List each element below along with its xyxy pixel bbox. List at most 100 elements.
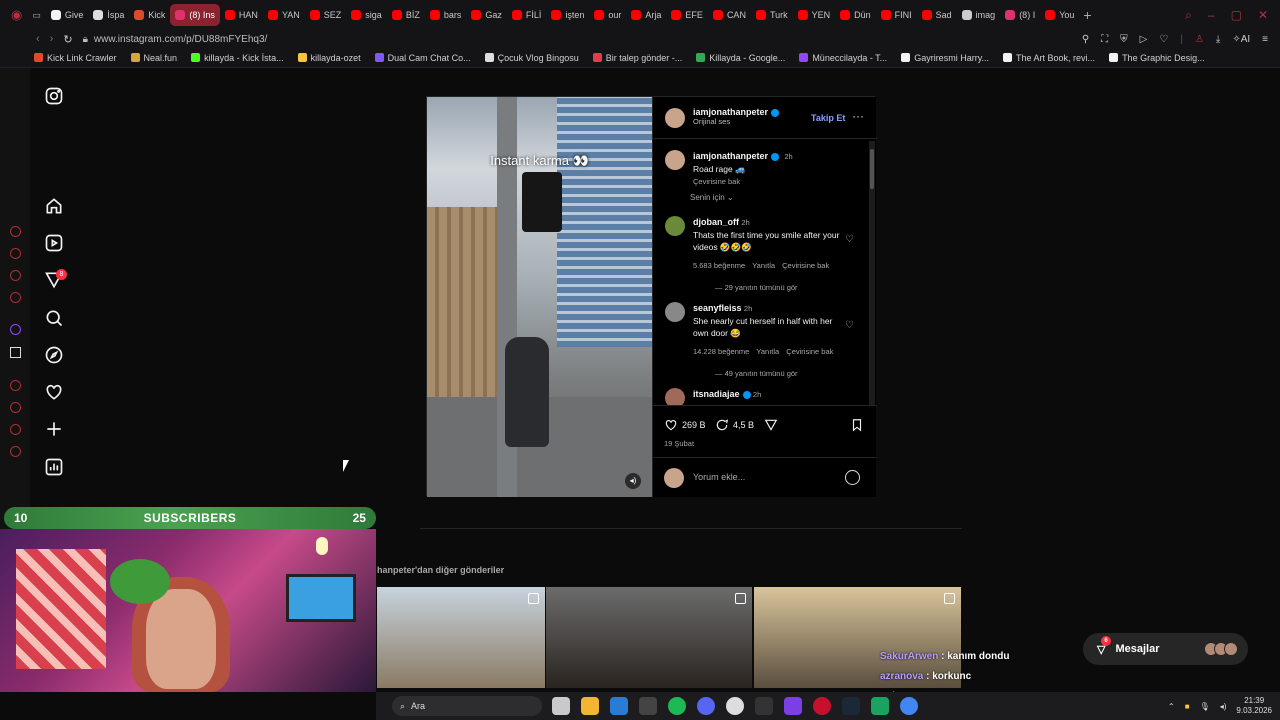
settings-icon[interactable] (10, 446, 21, 457)
search-tabs-icon[interactable]: ⌕ (1185, 8, 1192, 23)
comment-user[interactable]: djoban_off (693, 217, 739, 227)
profile-icon[interactable]: ♙ (1195, 34, 1204, 45)
sidebar-app-icon[interactable] (10, 424, 21, 435)
reload-icon[interactable]: ↻ (63, 33, 72, 46)
menu-icon[interactable]: ≡ (1262, 34, 1268, 45)
comment-user[interactable]: itsnadiajae (693, 389, 740, 399)
mute-icon[interactable]: ◂) (625, 473, 641, 489)
file-explorer-icon[interactable] (581, 697, 599, 715)
browser-tab[interactable]: FİLİ (507, 4, 547, 26)
twitch-icon[interactable] (10, 324, 21, 335)
bookmark-item[interactable]: The Graphic Desig... (1109, 53, 1205, 63)
emoji-icon[interactable] (845, 470, 860, 485)
tray-app-icon[interactable]: ■ (1185, 702, 1190, 711)
caption-author[interactable]: iamjonathanpeter (693, 151, 768, 161)
bookmark-item[interactable]: Neal.fun (130, 53, 177, 63)
tray-chevron-icon[interactable]: ⌃ (1168, 702, 1175, 711)
browser-tab[interactable]: SEZ (305, 4, 347, 26)
save-button[interactable] (850, 418, 864, 432)
bookmark-item[interactable]: The Art Book, revi... (1003, 53, 1095, 63)
bookmark-item[interactable]: Gayriresmi Harry... (901, 53, 989, 63)
browser-tab[interactable]: Dün (835, 4, 876, 26)
pin-icon[interactable]: ⚲ (1082, 34, 1089, 45)
browser-tab[interactable]: (8) I (1000, 4, 1040, 26)
browser-tab[interactable]: İspa (88, 4, 129, 26)
bookmark-item[interactable]: Bir talep gönder -... (592, 53, 682, 63)
shield-icon[interactable]: ⛨ (1120, 34, 1128, 45)
app-icon[interactable] (784, 697, 802, 715)
audio-label[interactable]: Orijinal ses (693, 117, 779, 126)
browser-tab[interactable]: BİZ (387, 4, 425, 26)
browser-menu-icon[interactable]: ◉ (6, 4, 27, 26)
create-icon[interactable] (44, 419, 64, 439)
browser-tab[interactable]: FINI (876, 4, 917, 26)
browser-tab[interactable]: Give (46, 4, 89, 26)
translate-link[interactable]: Çevirisine bak (693, 177, 740, 186)
browser-tab[interactable]: EFE (666, 4, 708, 26)
commenter-avatar[interactable] (665, 216, 685, 236)
sidebar-app-icon[interactable] (10, 380, 21, 391)
tab-overview-icon[interactable]: ▭ (27, 4, 46, 26)
history-icon[interactable] (10, 402, 21, 413)
translate-link[interactable]: Çevirisine bak (786, 347, 833, 356)
instagram-logo-icon[interactable] (44, 86, 64, 106)
screenshot-icon[interactable]: ⛶ (1101, 34, 1108, 45)
sidebar-app-icon[interactable] (10, 226, 21, 237)
bookmark-item[interactable]: killayda - Kick İsta... (191, 53, 284, 63)
browser-tab[interactable]: You (1040, 4, 1079, 26)
browser-tab[interactable]: YAN (263, 4, 305, 26)
reply-link[interactable]: Yanıtla (752, 261, 775, 270)
explore-icon[interactable] (44, 345, 64, 365)
browser-tab[interactable]: imag (957, 4, 1001, 26)
comments-scrollbar[interactable] (869, 141, 875, 406)
commenter-avatar[interactable] (665, 302, 685, 322)
download-icon[interactable]: ⤓ (1216, 34, 1220, 45)
browser-tab[interactable]: işten (546, 4, 589, 26)
heart-icon[interactable]: ♡ (1159, 34, 1168, 45)
view-replies-link[interactable]: — 49 yanıtın tümünü gör (693, 368, 843, 380)
sidebar-app-icon[interactable] (10, 248, 21, 259)
commenter-avatar[interactable] (665, 388, 685, 405)
related-post-thumb[interactable] (377, 587, 545, 688)
reels-icon[interactable] (44, 233, 64, 253)
reply-link[interactable]: Yanıtla (756, 347, 779, 356)
discord-icon[interactable] (697, 697, 715, 715)
browser-tab[interactable]: bars (425, 4, 467, 26)
browser-tab[interactable]: Turk (751, 4, 793, 26)
sort-dropdown[interactable]: Senin için ⌄ (690, 193, 734, 202)
back-icon[interactable]: ‹ (36, 33, 40, 45)
volume-icon[interactable]: ◂) (1220, 702, 1227, 711)
mic-icon[interactable]: 🎙︎ (1200, 702, 1210, 711)
post-video[interactable]: Instant karma 👀 ◂) (427, 97, 652, 497)
messages-button[interactable]: ▽ 6 Mesajlar (1083, 633, 1248, 665)
browser-tab[interactable]: Kick (129, 4, 170, 26)
browser-tab[interactable]: (8) Ins (170, 4, 220, 26)
browser-tab[interactable]: Arja (626, 4, 666, 26)
search-icon[interactable] (44, 308, 64, 328)
task-view-icon[interactable] (552, 697, 570, 715)
sidebar-app-icon[interactable] (10, 270, 21, 281)
maximize-button[interactable]: ▢ (1231, 8, 1242, 23)
close-button[interactable]: ✕ (1258, 8, 1268, 23)
browser-tab[interactable]: YEN (793, 4, 836, 26)
notifications-heart-icon[interactable] (44, 382, 64, 402)
app-icon[interactable] (755, 697, 773, 715)
bookmark-item[interactable]: Kick Link Crawler (34, 53, 117, 63)
ai-icon[interactable]: ✧AI (1232, 34, 1250, 45)
spotify-icon[interactable] (668, 697, 686, 715)
author-avatar[interactable] (665, 108, 685, 128)
x-icon[interactable] (10, 347, 21, 358)
comment-button[interactable]: 4,5 B (715, 418, 754, 432)
comment-user[interactable]: seanyfleiss (693, 303, 742, 313)
author-name[interactable]: iamjonathanpeter (693, 107, 768, 117)
comment-likes[interactable]: 14.228 beğenme (693, 347, 749, 356)
browser-tab[interactable]: HAN (220, 4, 263, 26)
bookmark-item[interactable]: Dual Cam Chat Co... (374, 53, 471, 63)
comment-like-icon[interactable]: ♡ (845, 234, 854, 245)
bookmark-item[interactable]: killayda-ozet (297, 53, 361, 63)
browser-tab[interactable]: Sad (917, 4, 957, 26)
view-replies-link[interactable]: — 29 yanıtın tümünü gör (693, 282, 843, 294)
taskbar-search[interactable]: ⌕ Ara (392, 696, 542, 716)
play-icon[interactable]: ▷ (1140, 34, 1148, 45)
clock[interactable]: 21:39 9.03.2026 (1236, 696, 1272, 716)
